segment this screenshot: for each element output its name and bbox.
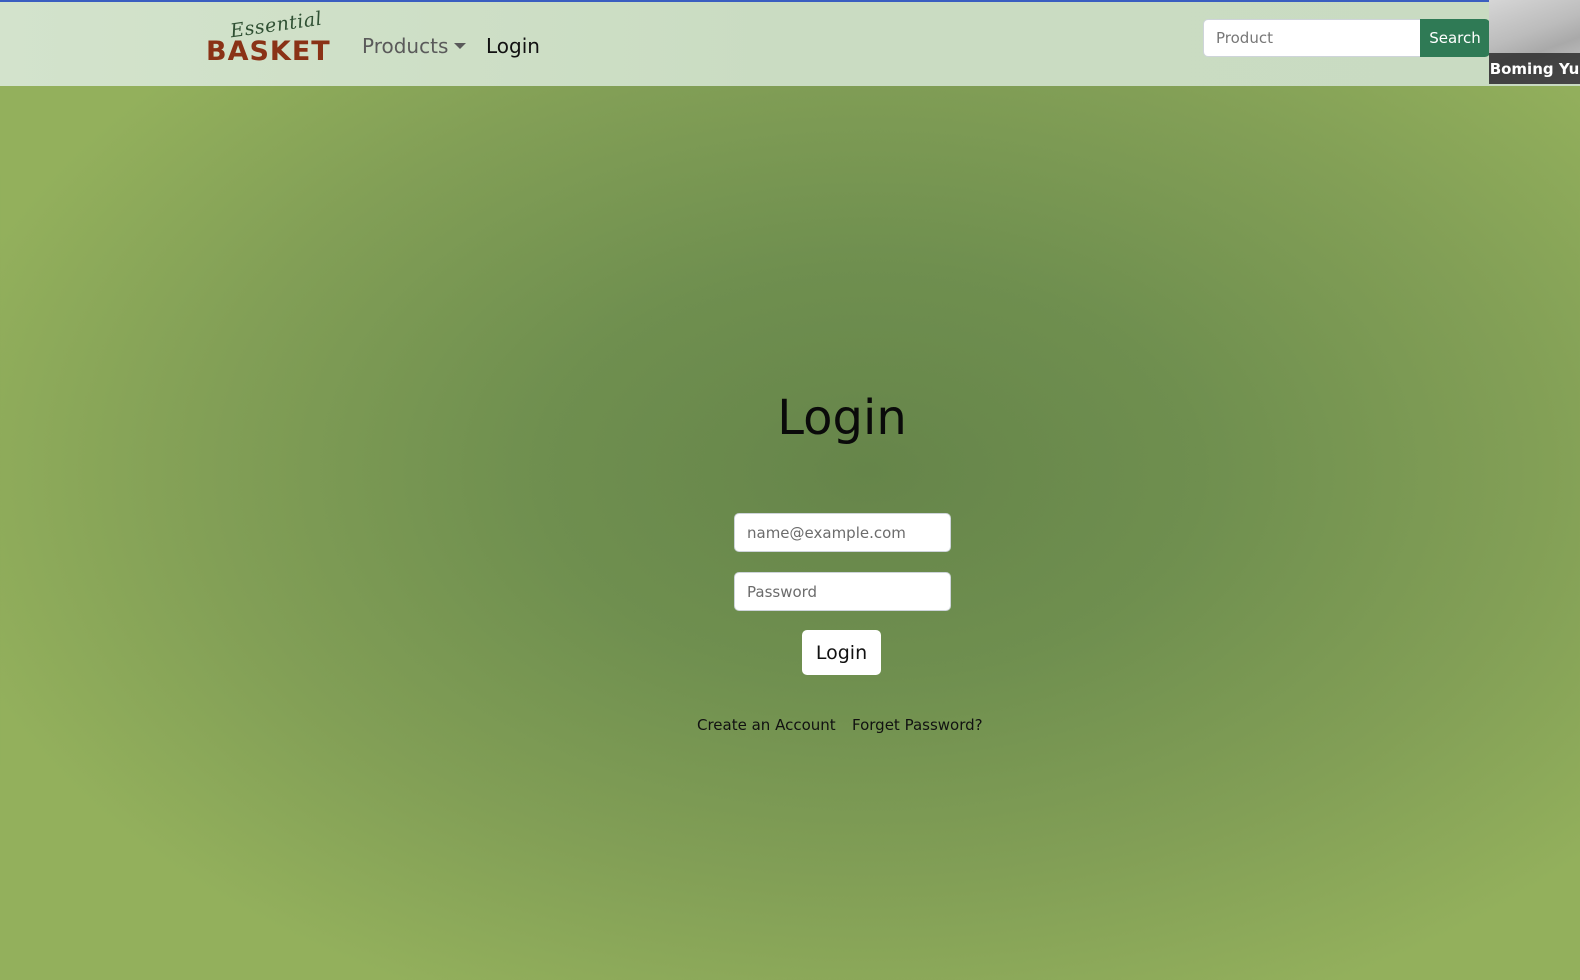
brand-logo-main: BASKET — [206, 36, 331, 67]
password-field[interactable] — [734, 572, 951, 611]
email-field[interactable] — [734, 513, 951, 552]
participant-name-label: Boming Yu — [1489, 53, 1580, 84]
brand-logo[interactable]: Essential BASKET — [206, 8, 330, 72]
search-input[interactable] — [1203, 19, 1420, 57]
nav-products-dropdown[interactable]: Products — [362, 32, 467, 60]
chevron-down-icon — [454, 43, 467, 49]
login-submit-button[interactable]: Login — [802, 630, 881, 675]
navbar: Essential BASKET Products Login Search — [0, 2, 1580, 86]
nav-products-label: Products — [362, 34, 449, 58]
search-form: Search — [1203, 19, 1490, 57]
search-button[interactable]: Search — [1420, 19, 1490, 57]
create-account-link[interactable]: Create an Account — [697, 716, 836, 734]
forgot-password-link[interactable]: Forget Password? — [852, 716, 983, 734]
video-participant-tile: Boming Yu — [1489, 0, 1580, 84]
page-title: Login — [777, 390, 907, 446]
nav-login-link[interactable]: Login — [486, 32, 540, 60]
